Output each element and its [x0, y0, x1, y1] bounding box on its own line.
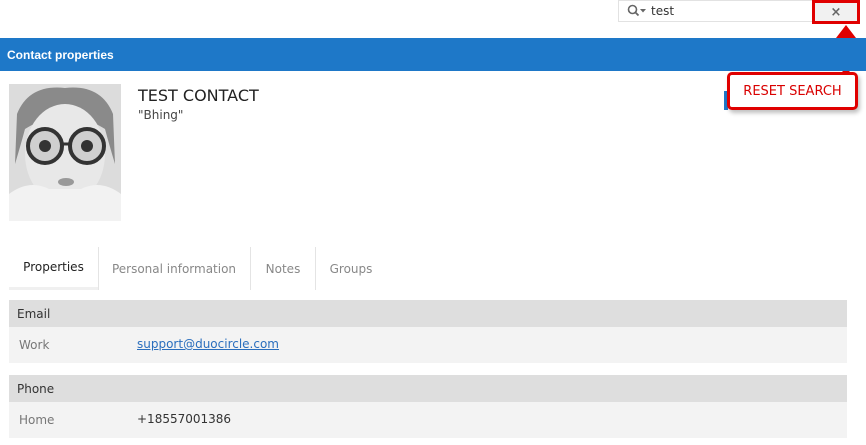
reset-search-callout: RESET SEARCH	[727, 72, 858, 110]
tab-notes[interactable]: Notes	[251, 247, 315, 290]
email-section-header: Email	[9, 300, 847, 327]
email-row: Work support@duocircle.com	[9, 327, 847, 363]
callout-label: RESET SEARCH	[743, 84, 842, 99]
email-label: Work	[19, 338, 50, 352]
search-icon[interactable]	[627, 4, 647, 18]
contact-name: TEST CONTACT	[138, 86, 259, 105]
panel-header: Contact properties	[0, 38, 866, 71]
tab-personal-information[interactable]: Personal information	[99, 247, 249, 290]
contact-avatar	[9, 84, 121, 221]
phone-section-header: Phone	[9, 375, 847, 402]
tab-bar: Properties Personal information Notes Gr…	[9, 247, 409, 290]
panel-title: Contact properties	[7, 48, 114, 62]
tab-groups[interactable]: Groups	[316, 247, 386, 290]
phone-label: Home	[19, 413, 55, 427]
email-link[interactable]: support@duocircle.com	[137, 337, 279, 351]
search-input[interactable]	[651, 2, 801, 20]
top-toolbar: ×	[0, 0, 866, 72]
tab-properties[interactable]: Properties	[9, 247, 98, 290]
clear-search-button[interactable]: ×	[812, 0, 860, 24]
phone-row: Home +18557001386	[9, 402, 847, 438]
close-icon[interactable]: ×	[831, 5, 842, 20]
contact-nickname: "Bhing"	[138, 108, 184, 122]
phone-value: +18557001386	[137, 412, 232, 426]
